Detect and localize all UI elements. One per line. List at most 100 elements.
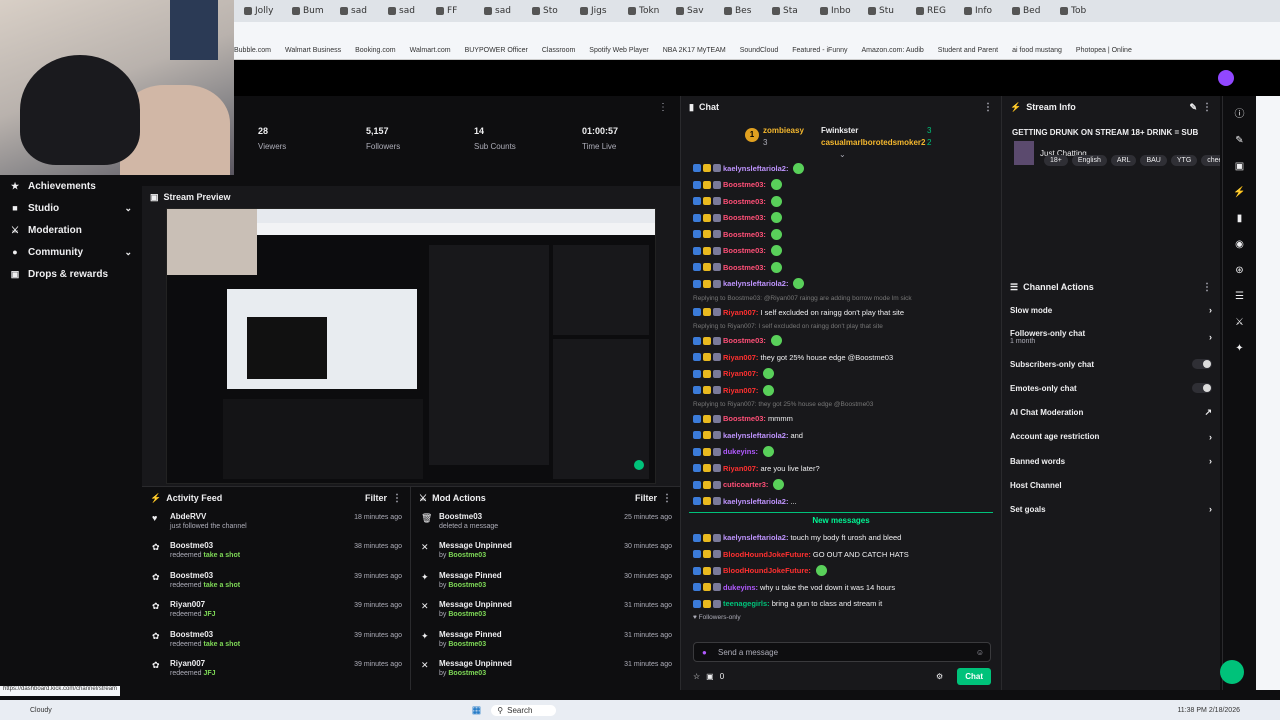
taskbar-search[interactable]: ⚲ Search xyxy=(491,704,557,716)
tag[interactable]: YTG xyxy=(1170,155,1198,166)
bookmark[interactable]: Featured - iFunny xyxy=(792,47,847,54)
chat-username[interactable]: BloodHoundJokeFuture: xyxy=(723,566,811,575)
new-messages-divider[interactable]: New messages xyxy=(689,511,993,528)
sidebar-item-moderation[interactable]: ⚔ Moderation xyxy=(0,219,142,241)
chat-message[interactable]: teenagegirls: bring a gun to class and s… xyxy=(681,596,1001,613)
windows-start-icon[interactable]: ▦ xyxy=(472,705,481,716)
more-icon[interactable]: ⋮ xyxy=(1202,282,1212,293)
bookmark[interactable]: Booking.com xyxy=(355,47,395,54)
category-thumbnail[interactable] xyxy=(1014,141,1034,165)
list-icon[interactable]: ☰ xyxy=(1233,290,1247,304)
browser-tab[interactable]: Jigs xyxy=(576,2,620,20)
more-icon[interactable]: ⋮ xyxy=(983,102,993,113)
chat-username[interactable]: dukeyins: xyxy=(723,583,758,592)
leader-third-name[interactable]: casualmarlborotedsmoker2 xyxy=(821,138,926,147)
browser-tab[interactable]: sad xyxy=(336,2,380,20)
chat-message[interactable]: dukeyins: xyxy=(681,444,1001,461)
bookmark[interactable]: NBA 2K17 MyTEAM xyxy=(663,47,726,54)
browser-tab[interactable]: Inbo xyxy=(816,2,860,20)
chat-username[interactable]: kaelynsleftariola2: xyxy=(723,164,788,173)
chat-message[interactable]: cuticoarter3: xyxy=(681,477,1001,494)
chat-username[interactable]: kaelynsleftariola2: xyxy=(723,279,788,288)
moderator-name[interactable]: Boostme03 xyxy=(448,641,486,648)
chat-username[interactable]: Boostme03: xyxy=(723,414,766,423)
bookmark[interactable]: Student and Parent xyxy=(938,47,998,54)
bookmark[interactable]: Amazon.com: Audib xyxy=(862,47,924,54)
chat-username[interactable]: Boostme03: xyxy=(723,197,766,206)
chat-message[interactable]: Riyan007: they got 25% house edge @Boost… xyxy=(681,349,1001,366)
chat-username[interactable]: Boostme03: xyxy=(723,180,766,189)
emote-picker-icon[interactable]: ☆ xyxy=(693,672,700,681)
chat-message[interactable]: Boostme03: xyxy=(681,259,1001,276)
weather-widget[interactable]: Cloudy xyxy=(30,707,52,714)
chat-message[interactable]: Boostme03: xyxy=(681,333,1001,350)
chat-username[interactable]: Riyan007: xyxy=(723,353,758,362)
more-icon[interactable]: ⋮ xyxy=(662,493,672,504)
stats-menu-icon[interactable]: ⋮ xyxy=(658,102,668,113)
chat-message[interactable]: Riyan007: xyxy=(681,366,1001,383)
sidebar-item-drops-rewards[interactable]: ▣ Drops & rewards xyxy=(0,263,142,285)
chat-username[interactable]: BloodHoundJokeFuture: xyxy=(723,550,811,559)
browser-tab[interactable]: Sta xyxy=(768,2,812,20)
broadcast-icon[interactable]: ⊛ xyxy=(1233,264,1247,278)
filter-button[interactable]: Filter xyxy=(365,493,387,503)
gift-icon[interactable]: ▣ xyxy=(706,672,714,681)
browser-tab[interactable]: FF xyxy=(432,2,476,20)
moderator-name[interactable]: Boostme03 xyxy=(448,670,486,677)
chat-username[interactable]: Boostme03: xyxy=(723,263,766,272)
chat-username[interactable]: Boostme03: xyxy=(723,246,766,255)
sidebar-item-community[interactable]: ● Community ⌄ xyxy=(0,241,142,263)
emotes-only-toggle[interactable] xyxy=(1192,383,1212,394)
puzzle-icon[interactable]: ✦ xyxy=(1233,342,1247,356)
emoji-icon[interactable]: ☺ xyxy=(976,648,984,657)
phone-icon[interactable]: ▮ xyxy=(1233,212,1247,226)
browser-tab[interactable]: Jolly xyxy=(240,2,284,20)
tag[interactable]: 18+ xyxy=(1044,155,1068,166)
browser-tab[interactable]: Sav xyxy=(672,2,716,20)
chat-send-button[interactable]: Chat xyxy=(957,667,991,685)
chevron-down-icon[interactable]: ⌄ xyxy=(839,150,846,159)
action-emotes-only[interactable]: Emotes-only chat xyxy=(1002,376,1220,400)
taskbar-clock[interactable]: 11:38 PM 2/18/2026 xyxy=(1177,707,1240,714)
action-banned-words[interactable]: Banned words › xyxy=(1002,449,1220,473)
bookmark[interactable]: Bubble.com xyxy=(234,47,271,54)
chat-username[interactable]: Riyan007: xyxy=(723,386,758,395)
tag[interactable]: English xyxy=(1071,155,1107,166)
browser-tab[interactable]: REG xyxy=(912,2,956,20)
bookmark[interactable]: Walmart Business xyxy=(285,47,341,54)
chat-message[interactable]: kaelynsleftariola2: and xyxy=(681,427,1001,444)
support-chat-button[interactable] xyxy=(1220,660,1244,684)
bookmark[interactable]: Spotify Web Player xyxy=(589,47,648,54)
screen-icon[interactable]: ▣ xyxy=(1233,160,1247,174)
mic-icon[interactable]: ● xyxy=(702,648,707,657)
chat-username[interactable]: kaelynsleftariola2: xyxy=(723,497,788,506)
action-set-goals[interactable]: Set goals › xyxy=(1002,497,1220,521)
chat-message[interactable]: Riyan007: xyxy=(681,382,1001,399)
chat-message[interactable]: kaelynsleftariola2: xyxy=(681,276,1001,293)
settings-gear-icon[interactable]: ⚙ xyxy=(936,672,943,681)
browser-tab[interactable]: Sto xyxy=(528,2,572,20)
tag[interactable]: ARL xyxy=(1110,155,1137,166)
chat-reply-context[interactable]: Replying to Riyan007: I self excluded on… xyxy=(681,321,1001,333)
leader-second-name[interactable]: Fwinkster xyxy=(821,126,858,135)
chat-message[interactable]: Riyan007: are you live later? xyxy=(681,460,1001,477)
info-icon[interactable]: ⓘ xyxy=(1233,108,1247,122)
bookmark[interactable]: Classroom xyxy=(542,47,575,54)
moderator-name[interactable]: Boostme03 xyxy=(448,552,486,559)
chat-username[interactable]: cuticoarter3: xyxy=(723,480,768,489)
chat-username[interactable]: Boostme03: xyxy=(723,336,766,345)
chat-username[interactable]: Riyan007: xyxy=(723,464,758,473)
tag[interactable]: BAU xyxy=(1140,155,1167,166)
browser-tab[interactable]: Bed xyxy=(1008,2,1052,20)
action-account-age[interactable]: Account age restriction › xyxy=(1002,425,1220,449)
sidebar-item-achievements[interactable]: ★ Achievements xyxy=(0,175,142,197)
chat-reply-context[interactable]: Replying to Riyan007: they got 25% house… xyxy=(681,399,1001,411)
chat-bubble-icon[interactable]: ◉ xyxy=(1233,238,1247,252)
action-host-channel[interactable]: Host Channel xyxy=(1002,473,1220,497)
moderator-name[interactable]: Boostme03 xyxy=(448,582,486,589)
chat-reply-context[interactable]: Replying to Boostme03: @Riyan007 raingg … xyxy=(681,292,1001,304)
edit-pencil-icon[interactable]: ✎ xyxy=(1189,102,1197,113)
chat-message[interactable]: kaelynsleftariola2: touch my body ft uro… xyxy=(681,530,1001,547)
bookmark[interactable]: BUYPOWER Officer xyxy=(465,47,528,54)
chat-message[interactable]: Boostme03: xyxy=(681,177,1001,194)
